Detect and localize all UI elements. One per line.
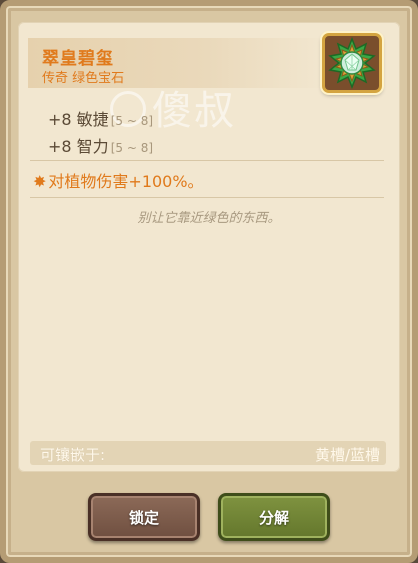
flavor-text: 别让它靠近绿色的东西。: [137, 211, 281, 226]
star-icon: ✸: [33, 172, 47, 191]
effect-text: 对植物伤害+100%。: [48, 172, 204, 191]
socket-value: 黄槽/蓝槽: [314, 446, 380, 464]
stat-label: +8 智力: [48, 137, 109, 156]
socket-label: 可镶嵌于:: [40, 446, 106, 464]
decompose-button[interactable]: 分解: [218, 493, 330, 541]
item-name: 翠皇碧玺: [42, 49, 114, 69]
stat-range: [5 ~ 8]: [110, 141, 154, 155]
stat-line-intelligence: +8 智力 [5 ~ 8]: [48, 133, 153, 157]
stat-line-agility: +8 敏捷 [5 ~ 8]: [48, 106, 153, 130]
green-gem-icon: [328, 36, 376, 90]
lock-button[interactable]: 锁定: [88, 493, 200, 541]
stat-range: [5 ~ 8]: [110, 114, 154, 128]
divider: [30, 160, 384, 161]
divider: [30, 197, 384, 198]
special-effect: ✸ 对植物伤害+100%。: [33, 168, 204, 192]
item-icon-frame: [322, 33, 382, 93]
stat-label: +8 敏捷: [48, 110, 109, 129]
